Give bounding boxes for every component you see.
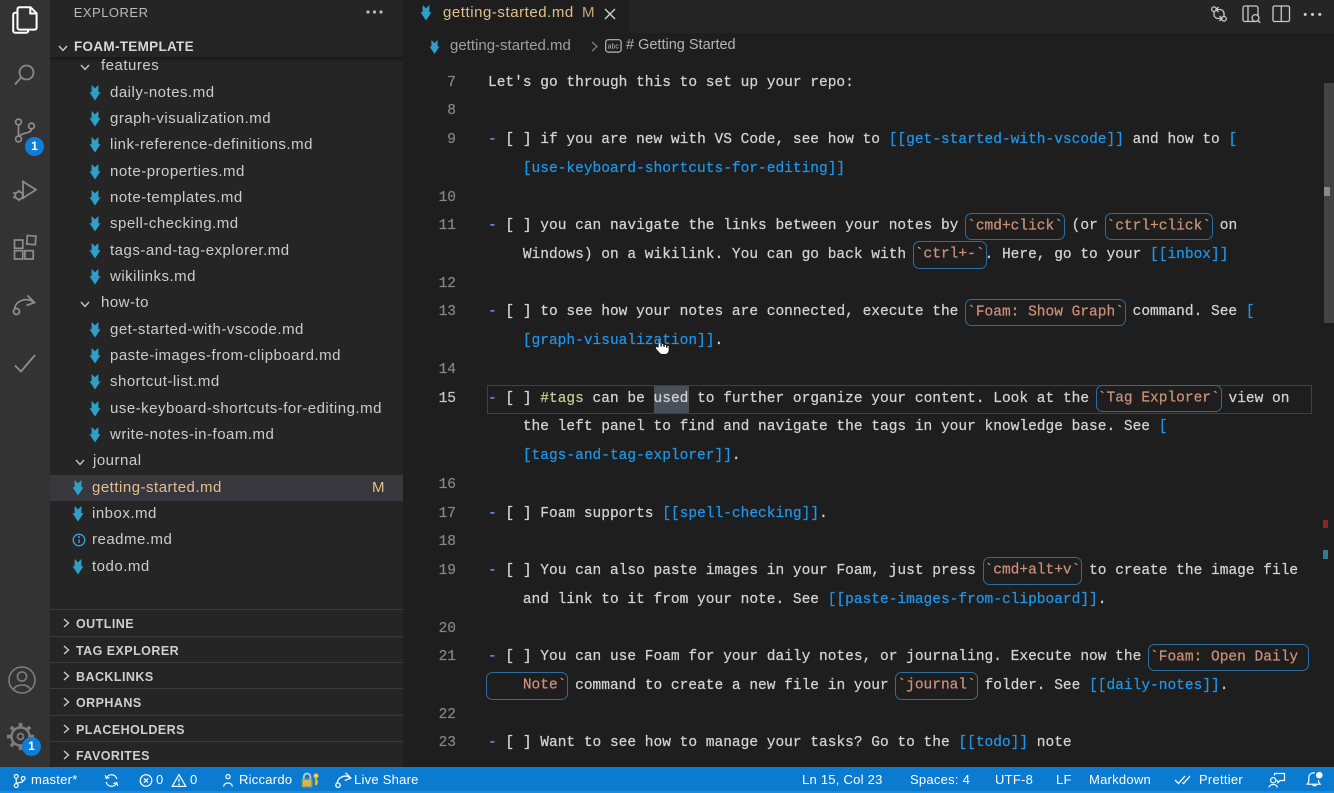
svg-text:abc: abc — [607, 43, 619, 50]
